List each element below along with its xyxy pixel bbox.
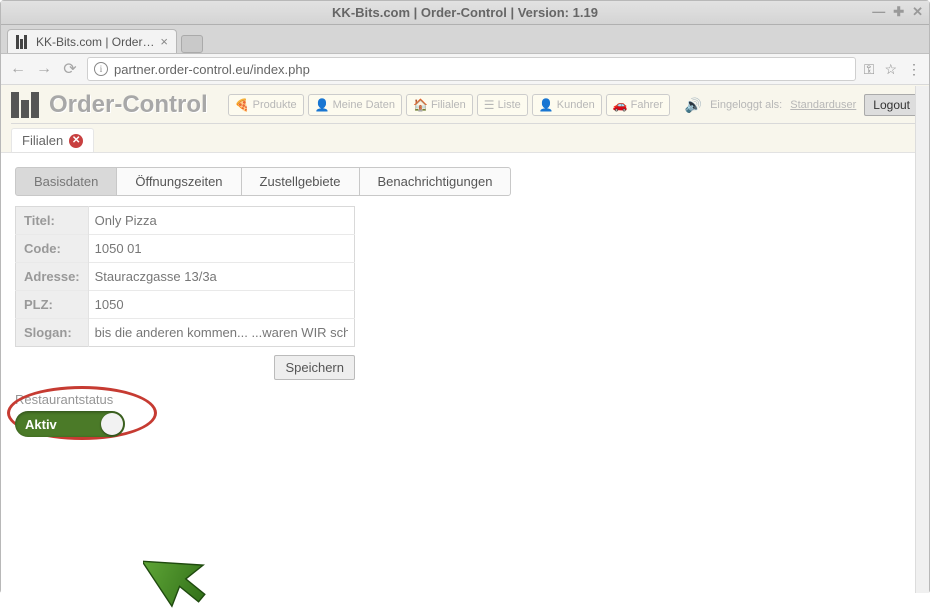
tab-basisdaten[interactable]: Basisdaten [15,167,117,196]
input-slogan[interactable] [95,325,348,340]
input-code[interactable] [95,241,348,256]
tab-benachrichtigungen[interactable]: Benachrichtigungen [359,167,512,196]
breadcrumb-label: Filialen [22,133,63,148]
close-icon[interactable]: ✕ [69,134,83,148]
window-maximize-icon[interactable]: ✚ [893,4,904,20]
person-icon: 👤 [315,98,330,112]
nav-fahrer[interactable]: 🚗Fahrer [606,94,670,116]
nav-kunden[interactable]: 👤Kunden [532,94,602,116]
input-plz[interactable] [95,297,348,312]
tab-strip: KK-Bits.com | Order… × [1,25,929,53]
label-titel: Titel: [16,207,89,235]
toggle-label: Aktiv [25,417,57,432]
os-title: KK-Bits.com | Order-Control | Version: 1… [332,5,598,20]
url-text: partner.order-control.eu/index.php [114,62,310,77]
car-icon: 🚗 [613,98,628,112]
favicon-icon [16,35,30,49]
label-code: Code: [16,235,89,263]
window-close-icon[interactable]: ✕ [912,4,923,20]
restaurant-status-area: Restaurantstatus Aktiv [15,392,215,437]
app-header-area: Order-Control 🍕Produkte 👤Meine Daten 🏠Fi… [1,85,929,153]
bookmark-icon[interactable]: ☆ [884,61,897,78]
browser-tab[interactable]: KK-Bits.com | Order… × [7,29,177,53]
tab-oeffnungszeiten[interactable]: Öffnungszeiten [116,167,241,196]
subtab-bar: Basisdaten Öffnungszeiten Zustellgebiete… [15,167,915,196]
logout-button[interactable]: Logout [864,94,919,116]
person-icon: 👤 [539,98,554,112]
nav-meine-daten[interactable]: 👤Meine Daten [308,94,402,116]
new-tab-button[interactable] [181,35,203,53]
main-panel: Basisdaten Öffnungszeiten Zustellgebiete… [1,153,929,603]
label-slogan: Slogan: [16,319,89,347]
status-toggle[interactable]: Aktiv [15,411,125,437]
scrollbar[interactable] [915,86,929,593]
nav-liste[interactable]: ☰Liste [477,94,528,116]
login-prefix: Eingeloggt als: [710,99,782,111]
house-icon: 🏠 [413,98,428,112]
reload-icon[interactable]: ⟳ [61,59,79,79]
tab-title: KK-Bits.com | Order… [36,35,154,49]
address-bar: ← → ⟳ i partner.order-control.eu/index.p… [1,53,929,85]
input-titel[interactable] [95,213,348,228]
site-info-icon[interactable]: i [94,62,108,76]
app-logo-icon [11,92,39,118]
cursor-arrow-icon [143,543,213,613]
toggle-knob-icon [101,413,123,435]
tab-zustellgebiete[interactable]: Zustellgebiete [241,167,360,196]
label-plz: PLZ: [16,291,89,319]
nav-filialen[interactable]: 🏠Filialen [406,94,473,116]
status-heading: Restaurantstatus [15,392,215,407]
url-box[interactable]: i partner.order-control.eu/index.php [87,57,856,81]
basisdaten-form: Titel: Code: Adresse: PLZ: Slogan: [15,206,355,347]
site-permission-icon[interactable]: ⚿ [864,61,875,78]
list-icon: ☰ [484,98,495,112]
speaker-icon[interactable]: 🔊 [685,97,702,114]
window-minimize-icon[interactable]: — [872,4,885,20]
label-adresse: Adresse: [16,263,89,291]
save-button[interactable]: Speichern [274,355,355,380]
login-user-link[interactable]: Standarduser [790,99,856,111]
breadcrumb: Filialen ✕ [11,128,94,152]
forward-icon[interactable]: → [35,60,53,78]
input-adresse[interactable] [95,269,348,284]
pizza-icon: 🍕 [235,98,250,112]
app-title: Order-Control [49,91,208,119]
top-nav: 🍕Produkte 👤Meine Daten 🏠Filialen ☰Liste … [228,94,670,116]
back-icon[interactable]: ← [9,60,27,78]
nav-produkte[interactable]: 🍕Produkte [228,94,304,116]
browser-menu-icon[interactable]: ⋮ [907,61,921,78]
os-titlebar: KK-Bits.com | Order-Control | Version: 1… [1,1,929,25]
tab-close-icon[interactable]: × [160,34,168,49]
